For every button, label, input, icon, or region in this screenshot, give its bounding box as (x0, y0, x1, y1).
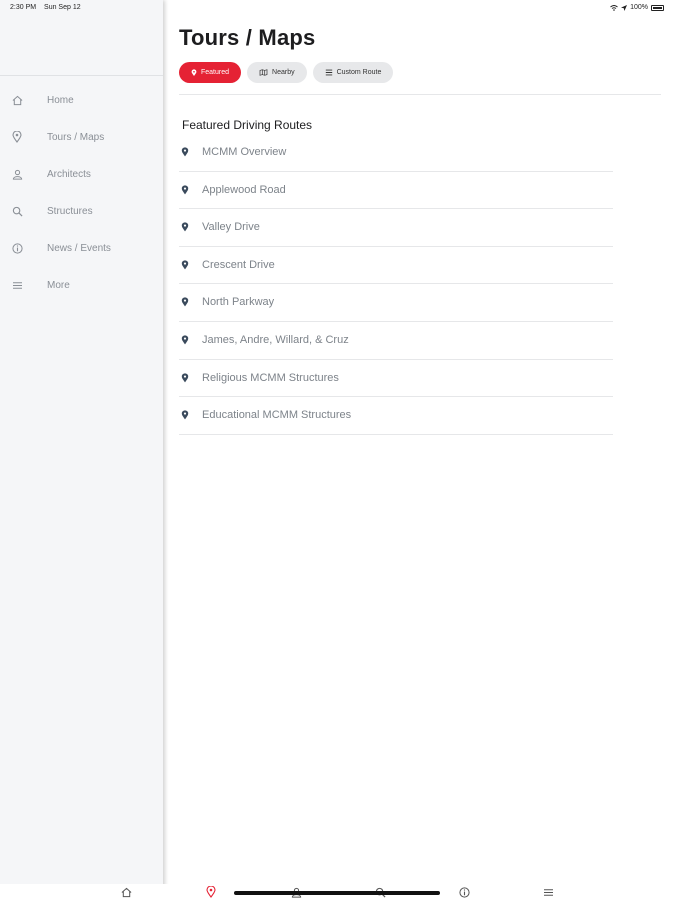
sidebar-item-label: Home (47, 94, 74, 106)
battery-percent: 100% (630, 4, 648, 11)
route-item[interactable]: Educational MCMM Structures (179, 397, 613, 435)
sidebar-item-label: Tours / Maps (47, 131, 105, 143)
sidebar-item-news-events[interactable]: News / Events (0, 234, 163, 262)
route-label: MCMM Overview (202, 146, 287, 158)
segment-featured[interactable]: Featured (179, 62, 242, 83)
status-bar: 2:30 PM Sun Sep 12 100% (0, 0, 675, 16)
info-icon (11, 242, 23, 254)
segment-custom-route[interactable]: Custom Route (312, 62, 394, 83)
battery-icon (651, 4, 664, 11)
sidebar-item-tours-maps[interactable]: Tours / Maps (0, 123, 163, 151)
status-time: 2:30 PM (10, 4, 37, 11)
map-icon (259, 69, 268, 76)
map-pin-icon (181, 260, 189, 270)
map-pin-icon (181, 147, 189, 157)
info-icon (458, 886, 470, 898)
route-label: Educational MCMM Structures (202, 409, 352, 422)
route-label: Valley Drive (202, 221, 260, 234)
route-label: North Parkway (202, 296, 275, 309)
sidebar-item-more[interactable]: More (0, 271, 163, 299)
list-icon (325, 69, 332, 76)
route-item[interactable]: Valley Drive (179, 209, 613, 247)
sidebar-item-label: More (47, 279, 70, 291)
map-pin-icon (181, 297, 189, 307)
route-item[interactable]: Religious MCMM Structures (179, 360, 613, 398)
tab-tours-maps[interactable] (204, 886, 218, 898)
sidebar-item-label: Structures (47, 205, 93, 217)
home-indicator[interactable] (234, 891, 440, 895)
status-left: 2:30 PM Sun Sep 12 (10, 4, 87, 11)
sidebar-item-structures[interactable]: Structures (0, 197, 163, 225)
segment-label: Nearby (272, 69, 295, 76)
sidebar-item-home[interactable]: Home (0, 86, 163, 114)
person-icon (11, 168, 23, 180)
sidebar-divider (0, 75, 163, 76)
tab-home[interactable] (119, 886, 133, 898)
tab-news-events[interactable] (457, 886, 471, 898)
home-icon (11, 94, 23, 106)
sidebar-item-label: News / Events (47, 242, 111, 254)
main-content: Tours / Maps Featured Nearby Custom Rout… (165, 0, 675, 888)
segment-label: Featured (201, 69, 230, 76)
map-pin-icon (206, 886, 216, 898)
location-arrow-icon (621, 4, 628, 11)
app-screen: 2:30 PM Sun Sep 12 100% Home Tours / Map… (0, 0, 675, 900)
map-pin-icon (181, 372, 189, 382)
segmented-control: Featured Nearby Custom Route (179, 62, 394, 83)
route-item[interactable]: James, Andre, Willard, & Cruz (179, 322, 613, 360)
route-label: James, Andre, Willard, & Cruz (202, 333, 349, 346)
sidebar-item-architects[interactable]: Architects (0, 160, 163, 188)
segment-nearby[interactable]: Nearby (247, 62, 307, 83)
map-pin-icon (181, 184, 189, 194)
route-label: Applewood Road (202, 183, 286, 196)
page-title: Tours / Maps (179, 25, 316, 50)
route-item[interactable]: MCMM Overview (179, 134, 613, 172)
map-pin-icon (191, 68, 197, 76)
route-label: Crescent Drive (202, 258, 275, 271)
route-label: Religious MCMM Structures (202, 371, 339, 384)
header-divider (179, 94, 661, 95)
route-item[interactable]: North Parkway (179, 284, 613, 322)
wifi-icon (610, 4, 618, 11)
route-item[interactable]: Applewood Road (179, 172, 613, 210)
search-icon (11, 205, 23, 217)
status-right: 100% (610, 4, 664, 11)
sidebar-item-label: Architects (47, 168, 91, 180)
route-list: MCMM Overview Applewood Road Valley Driv… (179, 134, 613, 435)
map-pin-icon (181, 335, 189, 345)
sidebar: Home Tours / Maps Architects Structures (0, 0, 163, 888)
menu-icon (543, 888, 553, 896)
status-date: Sun Sep 12 (44, 4, 81, 11)
map-pin-icon (181, 222, 189, 232)
tab-more[interactable] (541, 886, 555, 898)
map-pin-icon (181, 410, 189, 420)
section-title: Featured Driving Routes (182, 118, 313, 132)
menu-icon (11, 279, 23, 291)
map-pin-icon (11, 131, 23, 143)
home-icon (121, 887, 131, 897)
segment-label: Custom Route (336, 69, 382, 76)
route-item[interactable]: Crescent Drive (179, 247, 613, 285)
